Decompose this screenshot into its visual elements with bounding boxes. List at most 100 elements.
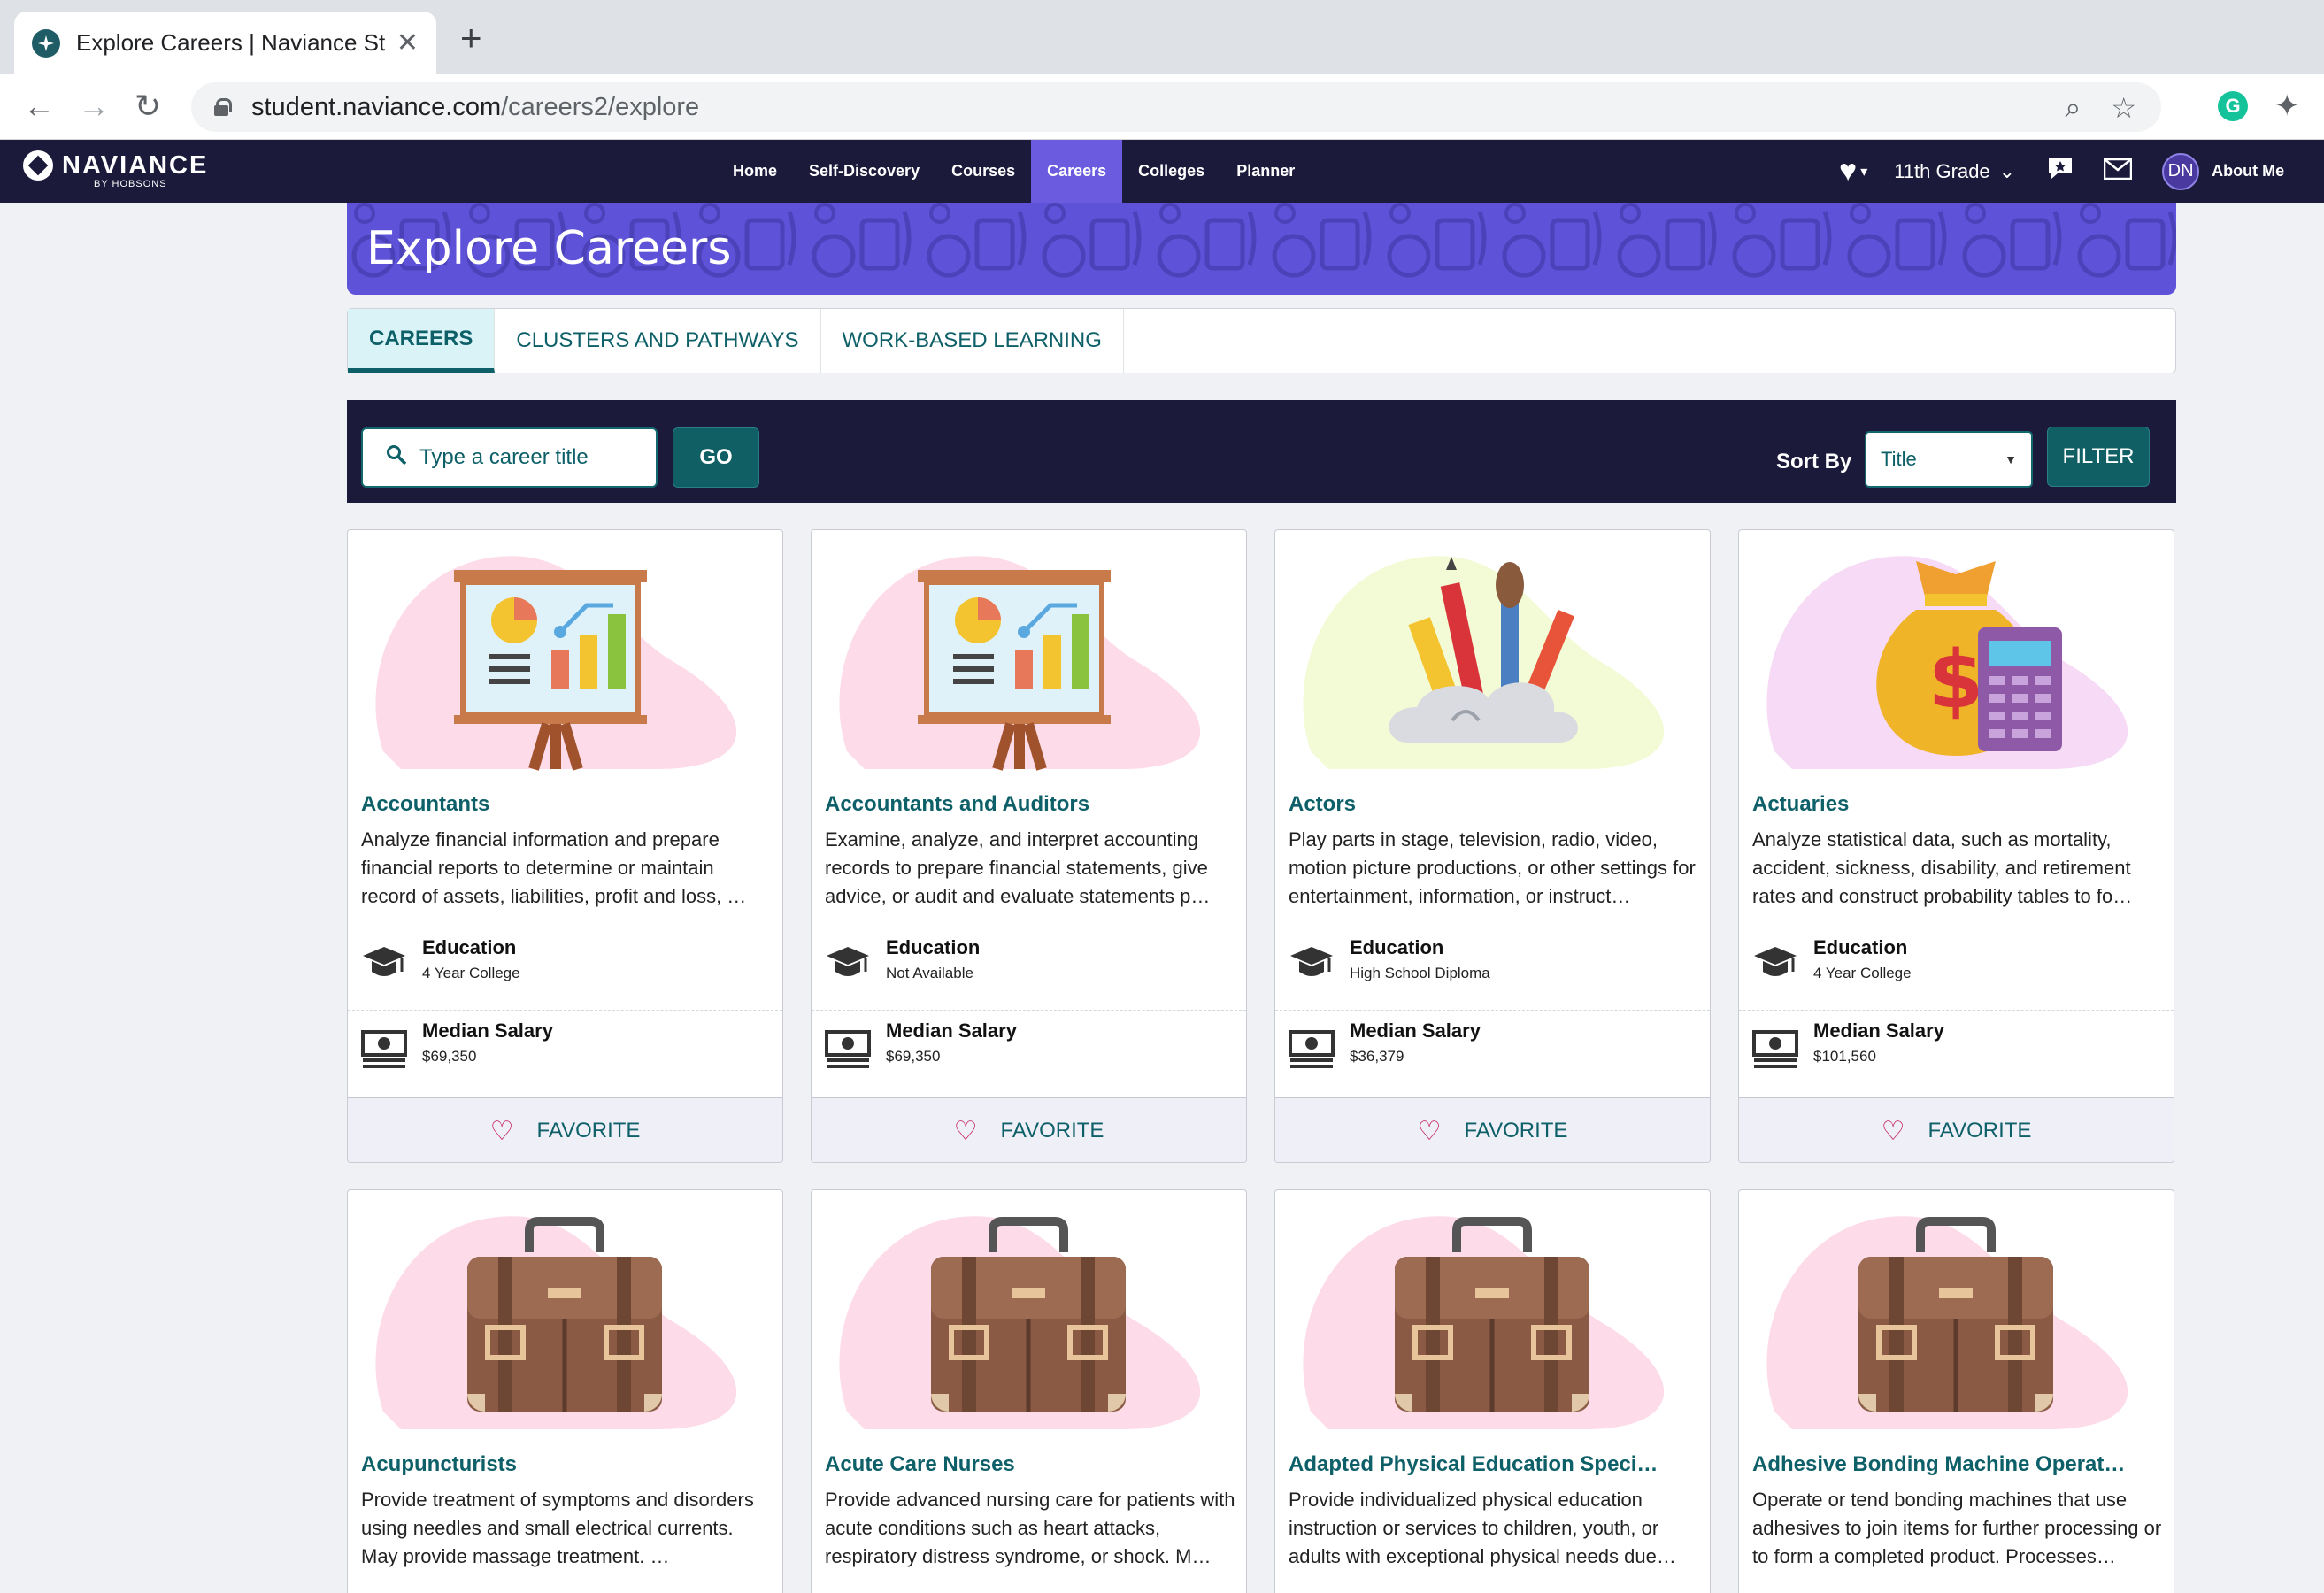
career-description: Provide individualized physical educatio… [1289,1486,1700,1571]
money-icon [825,1025,871,1069]
career-card[interactable]: Accountants and Auditors Examine, analyz… [811,529,1247,1163]
salary-row: Median Salary $69,350 [348,1010,782,1093]
graduation-cap-icon [1289,942,1335,986]
browser-tab[interactable]: Explore Careers | Naviance Stu ✕ [14,12,436,74]
back-icon[interactable]: ← [23,87,55,126]
salary-value: $69,350 [422,1048,476,1066]
career-title[interactable]: Acupuncturists [361,1452,517,1477]
career-title[interactable]: Actuaries [1752,792,1849,817]
logo-text: NAVIANCE [62,151,208,181]
career-description: Examine, analyze, and interpret accounti… [825,826,1236,911]
heart-outline-icon: ♡ [954,1116,978,1147]
money-bag-calculator-icon: $ [1739,530,2174,787]
new-tab-icon[interactable]: + [460,19,482,57]
career-card[interactable]: Acute Care Nurses Provide advanced nursi… [811,1189,1247,1593]
career-card[interactable]: Actors Play parts in stage, television, … [1274,529,1711,1163]
nav-link-planner[interactable]: Planner [1220,140,1311,203]
favorite-label: FAVORITE [1928,1119,2032,1143]
favorite-button[interactable]: ♡ FAVORITE [348,1097,782,1163]
url-host: student.naviance.com [251,93,501,121]
favorite-button[interactable]: ♡ FAVORITE [1275,1097,1710,1163]
filter-button[interactable]: FILTER [2047,427,2150,487]
mail-icon[interactable] [2104,157,2132,187]
address-bar[interactable]: student.naviance.com/careers2/explore ⌕ … [191,82,2161,132]
svg-text:$: $ [1928,634,1984,727]
search-icon [386,444,407,472]
tab-careers[interactable]: CAREERS [348,309,495,373]
favorite-label: FAVORITE [537,1119,641,1143]
career-subtabs: CAREERSCLUSTERS AND PATHWAYSWORK-BASED L… [347,308,2176,373]
reload-icon[interactable]: ↻ [135,87,161,126]
browser-toolbar: ← → ↻ student.naviance.com/careers2/expl… [0,74,2324,140]
sort-select[interactable]: Title ▼ [1865,431,2033,488]
career-description: Analyze financial information and prepar… [361,826,773,911]
career-description: Analyze statistical data, such as mortal… [1752,826,2164,911]
about-me-link[interactable]: About Me [2212,162,2284,181]
graduation-cap-icon [825,942,871,986]
career-description: Provide advanced nursing care for patien… [825,1486,1236,1571]
education-label: Education [422,936,516,959]
favorites-heart-icon[interactable]: ♥ [1839,154,1857,189]
zoom-icon[interactable]: ⌕ [2065,91,2081,125]
career-title[interactable]: Acute Care Nurses [825,1452,1015,1477]
salary-row: Median Salary $36,379 [1275,1010,1710,1093]
nav-link-careers[interactable]: Careers [1031,140,1122,203]
tab-work-based-learning[interactable]: WORK-BASED LEARNING [821,309,1124,373]
chevron-down-icon[interactable]: ⌄ [1999,160,2015,183]
close-tab-icon[interactable]: ✕ [396,27,419,58]
career-search-input[interactable]: Type a career title [361,427,658,488]
salary-label: Median Salary [1813,1020,1944,1043]
salary-label: Median Salary [886,1020,1017,1043]
heart-outline-icon: ♡ [1418,1116,1442,1147]
dropdown-caret-icon: ▼ [2005,452,2017,466]
money-icon [1289,1025,1335,1069]
career-title[interactable]: Adapted Physical Education Speci… [1289,1452,1658,1477]
career-title[interactable]: Accountants and Auditors [825,792,1089,817]
bookmark-star-icon[interactable]: ☆ [2111,91,2136,125]
forward-icon[interactable]: → [78,87,110,126]
tab-clusters-and-pathways[interactable]: CLUSTERS AND PATHWAYS [495,309,820,373]
browser-tab-title: Explore Careers | Naviance Stu [76,29,386,57]
favorites-caret-icon[interactable]: ▾ [1860,163,1867,181]
site-nav: NAVIANCE BY HOBSONS HomeSelf-DiscoveryCo… [0,140,2324,203]
grade-selector[interactable]: 11th Grade [1894,160,1989,183]
presentation-board-icon [812,530,1246,787]
salary-label: Median Salary [1350,1020,1481,1043]
presentation-board-icon [348,530,782,787]
career-card[interactable]: Adhesive Bonding Machine Operat… Operate… [1738,1189,2174,1593]
nav-link-courses[interactable]: Courses [935,140,1031,203]
education-value: High School Diploma [1350,965,1490,982]
avatar[interactable]: DN [2162,153,2199,190]
salary-label: Median Salary [422,1020,553,1043]
search-bar: Type a career title GO Sort By Title ▼ F… [347,400,2176,503]
naviance-logo[interactable]: NAVIANCE [23,150,208,181]
feedback-icon[interactable] [2047,156,2074,188]
career-description: Provide treatment of symptoms and disord… [361,1486,773,1571]
lock-icon [214,98,228,116]
career-title[interactable]: Actors [1289,792,1356,817]
favorite-label: FAVORITE [1001,1119,1104,1143]
briefcase-icon [1739,1190,2174,1447]
education-label: Education [1813,936,1907,959]
salary-row: Median Salary $69,350 [812,1010,1246,1093]
salary-value: $101,560 [1813,1048,1876,1066]
career-title[interactable]: Adhesive Bonding Machine Operat… [1752,1452,2125,1477]
career-card[interactable]: $ Actuaries Analyze statistical data, su… [1738,529,2174,1163]
money-icon [361,1025,407,1069]
favorite-button[interactable]: ♡ FAVORITE [812,1097,1246,1163]
career-description: Play parts in stage, television, radio, … [1289,826,1700,911]
career-card[interactable]: Accountants Analyze financial informatio… [347,529,783,1163]
grammarly-extension-icon[interactable]: G [2218,91,2248,121]
art-supplies-icon [1275,530,1710,787]
career-title[interactable]: Accountants [361,792,489,817]
nav-link-colleges[interactable]: Colleges [1122,140,1220,203]
career-card[interactable]: Acupuncturists Provide treatment of symp… [347,1189,783,1593]
extensions-puzzle-icon[interactable]: ✦ [2274,88,2300,124]
favorite-button[interactable]: ♡ FAVORITE [1739,1097,2174,1163]
nav-link-home[interactable]: Home [717,140,793,203]
nav-link-self-discovery[interactable]: Self-Discovery [793,140,935,203]
go-button[interactable]: GO [673,427,759,488]
heart-outline-icon: ♡ [1882,1116,1905,1147]
url-path: /careers2/explore [501,93,699,121]
career-card[interactable]: Adapted Physical Education Speci… Provid… [1274,1189,1711,1593]
